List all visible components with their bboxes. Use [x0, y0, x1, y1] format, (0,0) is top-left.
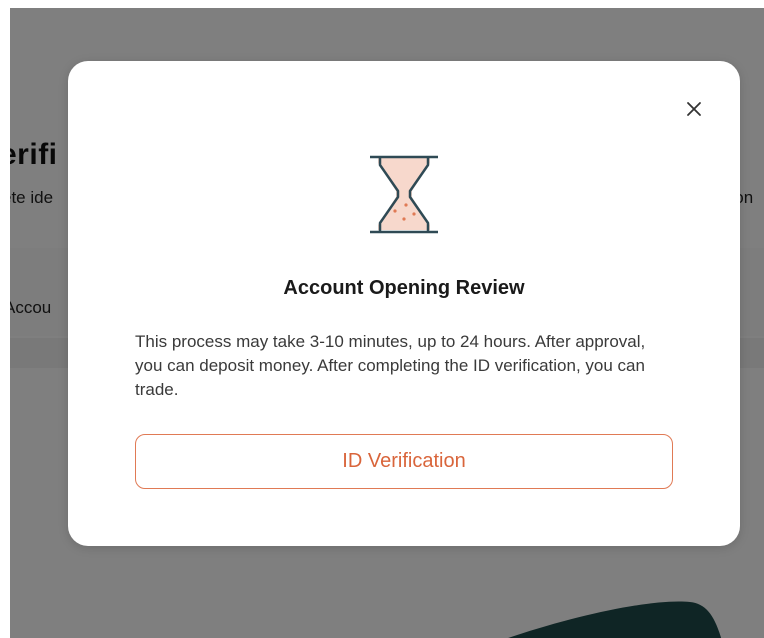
id-verification-button[interactable]: ID Verification [135, 434, 673, 489]
app-screen: erifi ete ide sion Accou Acco [10, 8, 764, 638]
close-button[interactable] [682, 97, 706, 121]
modal-title: Account Opening Review [283, 277, 525, 299]
modal-description: This process may take 3-10 minutes, up t… [135, 332, 646, 399]
account-review-modal: Account Opening Review This process may … [68, 61, 740, 546]
hourglass-icon [370, 155, 438, 234]
close-icon[interactable] [682, 97, 706, 121]
